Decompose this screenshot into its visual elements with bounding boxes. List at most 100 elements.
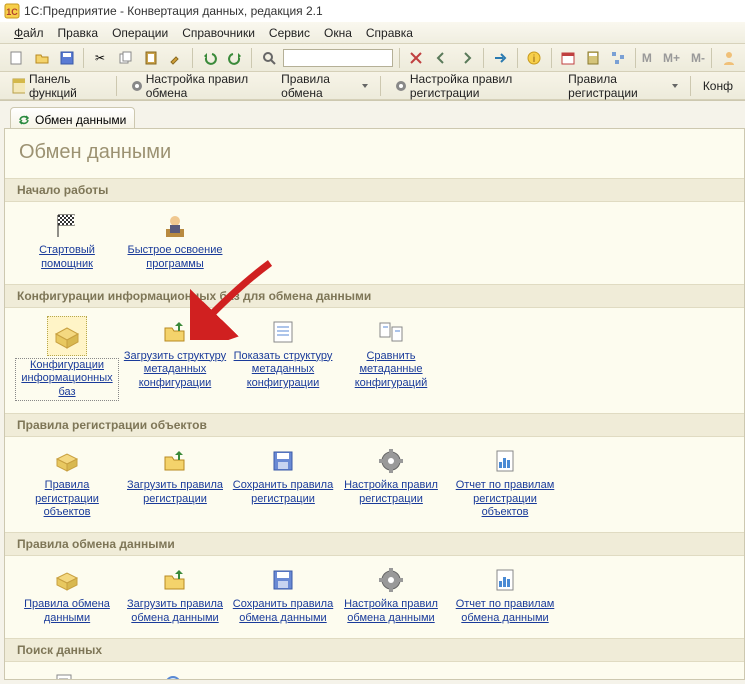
find-icon[interactable] [258, 47, 279, 69]
copy-icon[interactable] [115, 47, 136, 69]
section-exch-head: Правила обмена данными [5, 532, 744, 556]
reg-save-item[interactable]: Сохранить правила регистрации [229, 445, 337, 520]
svg-text:✂: ✂ [95, 51, 105, 65]
menu-ops[interactable]: Операции [106, 24, 174, 42]
exch-load-item[interactable]: Загрузить правила обмена данными [121, 564, 229, 626]
nav-back-icon[interactable] [431, 47, 452, 69]
paste-icon[interactable] [140, 47, 161, 69]
user-icon[interactable] [718, 47, 739, 69]
tree-icon[interactable] [608, 47, 629, 69]
exchange-rules-button[interactable]: Правила обмена [275, 75, 374, 97]
exchange-rules-settings-button[interactable]: Настройка правил обмена [123, 75, 271, 97]
compare-icon [375, 316, 407, 348]
exch-save-item[interactable]: Сохранить правила обмена данными [229, 564, 337, 626]
cut-icon[interactable]: ✂ [90, 47, 111, 69]
diskette-icon [267, 564, 299, 596]
section-start-body: Стартовый помощник Быстрое освоение прог… [5, 202, 744, 284]
app-icon: 1С [4, 3, 20, 19]
search-doc-icon [51, 670, 83, 681]
quick-learn-item[interactable]: Быстрое освоение программы [121, 210, 229, 272]
box-icon [51, 445, 83, 477]
redo-icon[interactable] [224, 47, 245, 69]
window-title: 1С:Предприятие - Конвертация данных, ред… [24, 4, 323, 18]
search-input[interactable] [283, 49, 393, 67]
new-icon[interactable] [6, 47, 27, 69]
menu-win[interactable]: Окна [318, 24, 358, 42]
svg-text:i: i [533, 54, 535, 65]
exch-settings-item[interactable]: Настройка правил обмена данными [337, 564, 445, 626]
close-icon[interactable] [406, 47, 427, 69]
nav-fwd-icon[interactable] [456, 47, 477, 69]
func-panel-button[interactable]: Панель функций [6, 75, 110, 97]
undo-icon[interactable] [199, 47, 220, 69]
conf-button[interactable]: Конф [697, 75, 739, 97]
box-icon [47, 316, 87, 356]
flag-icon [51, 210, 83, 242]
fulltext-search-item[interactable]: Полнотекстовый поиск [13, 670, 121, 681]
menu-file[interactable]: Файл [8, 24, 50, 42]
section-reg-body: Правила регистрации объектов Загрузить п… [5, 437, 744, 532]
show-struct-item[interactable]: Показать структуру метаданных конфигурац… [229, 316, 337, 401]
folder-up-icon [159, 445, 191, 477]
reg-report-item[interactable]: Отчет по правилам регистрации объектов [445, 445, 565, 520]
gear-icon [375, 445, 407, 477]
section-conf-head: Конфигурации информационных баз для обме… [5, 284, 744, 308]
section-exch-body: Правила обмена данными Загрузить правила… [5, 556, 744, 638]
reg-rules-settings-button[interactable]: Настройка правил регистрации [387, 75, 558, 97]
compare-item[interactable]: Сравнить метаданные конфигураций [337, 316, 445, 401]
reg-rules-button[interactable]: Правила регистрации [562, 75, 684, 97]
svg-text:1С: 1С [6, 7, 18, 17]
section-search-head: Поиск данных [5, 638, 744, 662]
calendar-icon[interactable] [558, 47, 579, 69]
reg-rules-item[interactable]: Правила регистрации объектов [13, 445, 121, 520]
panel-icon [12, 78, 25, 94]
page-title: Обмен данными [19, 141, 730, 164]
load-struct-item[interactable]: Загрузить структуру метаданных конфигура… [121, 316, 229, 401]
go-icon[interactable] [490, 47, 511, 69]
folder-up-icon [159, 564, 191, 596]
reg-settings-item[interactable]: Настройка правил регистрации [337, 445, 445, 520]
calc-icon[interactable] [583, 47, 604, 69]
refresh-icon [17, 113, 31, 127]
menu-edit[interactable]: Правка [52, 24, 105, 42]
tabstrip: Обмен данными [4, 105, 741, 129]
menu-serv[interactable]: Сервис [263, 24, 316, 42]
menubar: Файл Правка Операции Справочники Сервис … [0, 22, 745, 44]
box-icon [51, 564, 83, 596]
memory-mminus[interactable]: M- [691, 51, 705, 65]
report-icon [489, 564, 521, 596]
reg-load-item[interactable]: Загрузить правила регистрации [121, 445, 229, 520]
open-icon[interactable] [31, 47, 52, 69]
exch-rules-item[interactable]: Правила обмена данными [13, 564, 121, 626]
titlebar: 1С 1С:Предприятие - Конвертация данных, … [0, 0, 745, 22]
save-icon[interactable] [56, 47, 77, 69]
section-search-body: Полнотекстовый поиск Поиск объектов [5, 662, 744, 681]
brush-icon[interactable] [165, 47, 186, 69]
report-icon [489, 445, 521, 477]
section-reg-head: Правила регистрации объектов [5, 413, 744, 437]
menu-help[interactable]: Справка [360, 24, 419, 42]
folder-up-icon [159, 316, 191, 348]
infobases-item[interactable]: Конфигурации информационных баз [13, 316, 121, 401]
memory-m[interactable]: M [642, 51, 652, 65]
person-icon [159, 210, 191, 242]
list-icon [267, 316, 299, 348]
memory-mplus[interactable]: M+ [663, 51, 680, 65]
find-objects-item[interactable]: Поиск объектов [121, 670, 229, 681]
page: Обмен данными Начало работы Стартовый по… [4, 128, 745, 680]
toolbar-functions: Панель функций Настройка правил обмена П… [0, 72, 745, 100]
gear-icon [393, 78, 406, 94]
section-start-head: Начало работы [5, 178, 744, 202]
start-wizard-item[interactable]: Стартовый помощник [13, 210, 121, 272]
help-icon[interactable]: i [524, 47, 545, 69]
gear-icon [375, 564, 407, 596]
section-conf-body: Конфигурации информационных баз Загрузит… [5, 308, 744, 413]
tab-exchange[interactable]: Обмен данными [10, 107, 135, 129]
magnifier-icon [159, 670, 191, 681]
exch-report-item[interactable]: Отчет по правилам обмена данными [445, 564, 565, 626]
workspace: Обмен данными Обмен данными Начало работ… [0, 100, 745, 684]
diskette-icon [267, 445, 299, 477]
gear-icon [129, 78, 142, 94]
menu-ref[interactable]: Справочники [176, 24, 261, 42]
toolbar-main: ✂ i M M+ M- [0, 44, 745, 72]
